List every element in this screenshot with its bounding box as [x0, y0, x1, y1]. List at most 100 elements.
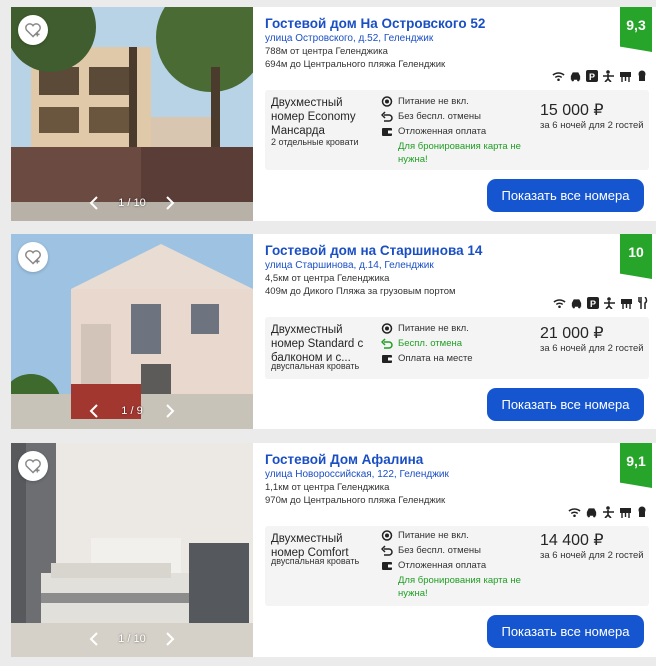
- hotel-photo[interactable]: 1 / 9: [11, 234, 253, 429]
- price: 15 000 ₽: [540, 102, 604, 119]
- kids-icon: [603, 297, 616, 309]
- heart-plus-icon: [25, 459, 41, 474]
- chevron-right-icon: [166, 196, 175, 210]
- hotel-card[interactable]: 1 / 9 Гостевой дом на Старшинова 14 улиц…: [11, 234, 656, 429]
- bed-type: двуспальная кровать: [271, 556, 360, 566]
- price-per: за 6 ночей для 2 гостей: [540, 120, 644, 131]
- wifi-icon: [553, 298, 566, 309]
- hotel-info: Гостевой дом на Старшинова 14 улица Стар…: [265, 234, 656, 429]
- meal-feature: Питание не вкл.: [381, 530, 469, 541]
- chef-icon: [636, 506, 648, 518]
- chevron-left-icon: [89, 404, 98, 418]
- payment-feature: Оплата на месте: [381, 353, 473, 364]
- svg-text:P: P: [589, 72, 595, 82]
- gallery-next-button[interactable]: [159, 627, 181, 651]
- undo-icon: [381, 338, 393, 349]
- hotel-title[interactable]: Гостевой дом На Островского 52: [265, 16, 485, 31]
- rating-badge: 10: [620, 234, 652, 279]
- photo-guesthouse-exterior: [11, 7, 253, 221]
- gallery-counter: 1 / 9: [121, 405, 143, 417]
- hotel-photo[interactable]: 1 / 10: [11, 7, 253, 221]
- meal-icon: [381, 323, 393, 334]
- cancellation-feature: Беспл. отмена: [381, 338, 462, 349]
- price: 14 400 ₽: [540, 532, 604, 549]
- heart-plus-icon: [25, 23, 41, 38]
- hotel-address[interactable]: улица Новороссийская, 122, Геленджик: [265, 469, 449, 480]
- amenities: P: [553, 297, 648, 309]
- wifi-icon: [568, 507, 581, 518]
- hotel-address[interactable]: улица Островского, д.52, Геленджик: [265, 33, 433, 44]
- hotel-title[interactable]: Гостевой дом на Старшинова 14: [265, 243, 482, 258]
- gallery-nav: 1 / 9: [11, 399, 253, 423]
- bbq-icon: [619, 506, 632, 518]
- room-name: Двухместный номер Standard с балконом и …: [271, 324, 364, 364]
- cancellation-feature: Без беспл. отмены: [381, 545, 481, 556]
- parking-icon: P: [586, 70, 598, 82]
- gallery-nav: 1 / 10: [11, 191, 253, 215]
- distance-center: 4,5км от центра Геленджика: [265, 273, 390, 284]
- kids-icon: [602, 70, 615, 82]
- no-card-note: Для бронирования карта не нужна!: [398, 575, 521, 599]
- no-card-note: Для бронирования карта не нужна!: [398, 141, 521, 165]
- gallery-prev-button[interactable]: [83, 627, 105, 651]
- wallet-icon: [382, 562, 392, 570]
- hotel-info: Гостевой Дом Афалина улица Новороссийска…: [265, 443, 656, 657]
- hotel-photo[interactable]: 1 / 10: [11, 443, 253, 657]
- heart-plus-icon: [25, 250, 41, 265]
- hotel-card[interactable]: 1 / 10 Гостевой Дом Афалина улица Новоро…: [11, 443, 656, 657]
- hotel-card[interactable]: 1 / 10 Гостевой дом На Островского 52 ул…: [11, 7, 656, 221]
- bbq-icon: [619, 70, 632, 82]
- undo-icon: [381, 111, 393, 122]
- hotel-address[interactable]: улица Старшинова, д.14, Геленджик: [265, 260, 434, 271]
- bed-type: 2 отдельные кровати: [271, 137, 359, 147]
- favorite-button[interactable]: [18, 15, 48, 45]
- undo-icon: [381, 545, 393, 556]
- distance-center: 788м от центра Геленджика: [265, 46, 388, 57]
- favorite-button[interactable]: [18, 242, 48, 272]
- show-all-rooms-button[interactable]: Показать все номера: [487, 388, 644, 421]
- gallery-nav: 1 / 10: [11, 627, 253, 651]
- show-all-rooms-button[interactable]: Показать все номера: [487, 179, 644, 212]
- chevron-right-icon: [166, 404, 175, 418]
- gallery-counter: 1 / 10: [118, 633, 146, 645]
- distance-beach: 970м до Центрального пляжа Геленджик: [265, 495, 446, 506]
- gallery-prev-button[interactable]: [83, 191, 105, 215]
- meal-feature: Питание не вкл.: [381, 96, 469, 107]
- gallery-next-button[interactable]: [159, 191, 181, 215]
- bed-type: двуспальная кровать: [271, 361, 360, 371]
- chevron-left-icon: [89, 196, 98, 210]
- favorite-button[interactable]: [18, 451, 48, 481]
- room-name: Двухместный номер Economy Мансарда: [271, 97, 356, 137]
- distance-beach: 694м до Центрального пляжа Геленджик: [265, 59, 446, 70]
- distance-center: 1,1км от центра Геленджика: [265, 482, 390, 493]
- rating-badge: 9,1: [620, 443, 652, 488]
- photo-hotel-room: [11, 443, 253, 657]
- room-offer: Двухместный номер Standard с балконом и …: [265, 317, 649, 379]
- room-offer: Двухместный номер Economy Мансарда 2 отд…: [265, 90, 649, 170]
- restaurant-icon: [637, 297, 648, 309]
- cancellation-feature: Без беспл. отмены: [381, 111, 481, 122]
- gallery-next-button[interactable]: [159, 399, 181, 423]
- chevron-left-icon: [89, 632, 98, 646]
- car-icon: [569, 71, 582, 82]
- distance-beach: 409м до Дикого Пляжа за грузовым портом: [265, 286, 456, 297]
- car-icon: [570, 298, 583, 309]
- payment-feature: Отложенная оплата: [381, 126, 486, 137]
- wallet-icon: [382, 355, 392, 363]
- amenities: P: [552, 70, 648, 82]
- parking-icon: P: [587, 297, 599, 309]
- rating-badge: 9,3: [620, 7, 652, 52]
- amenities: [568, 506, 648, 518]
- gallery-counter: 1 / 10: [118, 197, 146, 209]
- room-offer: Двухместный номер Comfort двуспальная кр…: [265, 526, 649, 606]
- bbq-icon: [620, 297, 633, 309]
- wifi-icon: [552, 71, 565, 82]
- gallery-prev-button[interactable]: [83, 399, 105, 423]
- chef-icon: [636, 70, 648, 82]
- wallet-icon: [382, 128, 392, 136]
- chevron-right-icon: [166, 632, 175, 646]
- meal-feature: Питание не вкл.: [381, 323, 469, 334]
- show-all-rooms-button[interactable]: Показать все номера: [487, 615, 644, 648]
- hotel-title[interactable]: Гостевой Дом Афалина: [265, 452, 423, 467]
- price-per: за 6 ночей для 2 гостей: [540, 343, 644, 354]
